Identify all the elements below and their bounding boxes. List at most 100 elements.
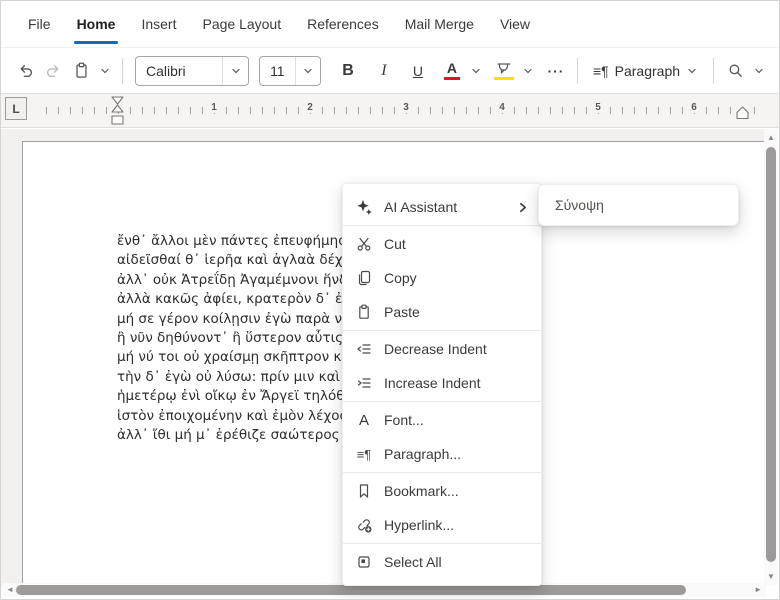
font-color-button[interactable]: A — [438, 56, 466, 86]
more-options-button[interactable]: ··· — [542, 56, 570, 86]
menu-separator — [343, 472, 541, 473]
tab-mail-merge[interactable]: Mail Merge — [392, 1, 487, 47]
tab-view-label: View — [499, 16, 531, 32]
menu-item-label: Copy — [384, 270, 417, 286]
tab-page-layout-label: Page Layout — [202, 16, 282, 32]
tab-file-label: File — [28, 16, 51, 32]
submenu-item-label: Σύνοψη — [555, 197, 604, 213]
scroll-down-arrow-icon[interactable]: ▼ — [767, 573, 775, 581]
chevron-down-icon — [522, 65, 534, 77]
clipboard-icon — [355, 303, 373, 321]
scissors-icon — [355, 235, 373, 253]
menu-item-label: Select All — [384, 554, 442, 570]
tab-home[interactable]: Home — [64, 1, 129, 47]
paste-button[interactable] — [67, 56, 95, 86]
paragraph-dropdown[interactable]: ≡¶ Paragraph — [585, 56, 706, 86]
ruler-number: 6 — [688, 102, 700, 113]
ruler-number: 2 — [304, 102, 316, 113]
menu-item-select-all[interactable]: Select All — [343, 545, 541, 579]
menu-item-ai-assistant[interactable]: AI Assistant — [343, 190, 541, 224]
highlighter-icon — [493, 62, 514, 80]
document-editor-app: File Home Insert Page Layout References … — [0, 0, 780, 600]
font-color-icon: A — [443, 61, 460, 80]
submenu-item-summary[interactable]: Σύνοψη — [539, 190, 738, 220]
tab-mail-merge-label: Mail Merge — [404, 16, 474, 32]
chevron-down-icon — [230, 65, 242, 77]
horizontal-scrollbar-thumb[interactable] — [16, 585, 686, 595]
menu-item-label: Bookmark... — [384, 483, 459, 499]
font-size-combobox[interactable]: 11 — [259, 55, 321, 86]
chevron-down-icon — [99, 65, 111, 77]
tab-selector-button[interactable]: L — [5, 97, 27, 120]
search-button[interactable] — [721, 56, 749, 86]
undo-button[interactable] — [11, 56, 39, 86]
font-size-dropdown-button[interactable] — [294, 56, 320, 85]
redo-icon — [45, 62, 62, 79]
font-size-value: 11 — [270, 62, 285, 79]
tab-insert[interactable]: Insert — [128, 1, 189, 47]
underline-button[interactable]: U — [404, 56, 432, 86]
ruler-number: 4 — [496, 102, 508, 113]
menu-separator — [343, 225, 541, 226]
bold-button[interactable]: B — [334, 56, 362, 86]
more-options-icon: ··· — [547, 62, 565, 79]
chevron-down-icon — [470, 65, 482, 77]
tab-page-layout[interactable]: Page Layout — [189, 1, 294, 47]
italic-icon: I — [381, 61, 387, 79]
font-name-dropdown-button[interactable] — [222, 56, 248, 85]
menu-item-paragraph[interactable]: ≡¶ Paragraph... — [343, 437, 541, 471]
highlight-dropdown-button[interactable] — [518, 56, 538, 86]
decrease-indent-icon — [355, 340, 373, 358]
left-indent-marker[interactable] — [109, 96, 126, 127]
tab-file[interactable]: File — [15, 1, 64, 47]
scroll-up-arrow-icon[interactable]: ▲ — [767, 134, 775, 142]
chevron-down-icon — [686, 65, 698, 77]
ai-assistant-submenu: Σύνοψη — [538, 184, 739, 226]
tab-home-label: Home — [76, 16, 116, 32]
menu-item-label: Font... — [384, 412, 424, 428]
bold-icon: B — [342, 61, 354, 79]
scroll-right-arrow-icon[interactable]: ► — [754, 586, 762, 594]
right-indent-marker[interactable] — [734, 106, 751, 120]
menu-item-decrease-indent[interactable]: Decrease Indent — [343, 332, 541, 366]
toolbar-divider — [122, 57, 123, 84]
underline-icon: U — [412, 62, 424, 79]
menu-item-paste[interactable]: Paste — [343, 295, 541, 329]
italic-button[interactable]: I — [370, 56, 398, 86]
ai-sparkle-icon — [355, 198, 373, 216]
vertical-scrollbar-thumb[interactable] — [766, 147, 776, 562]
tab-view[interactable]: View — [487, 1, 543, 47]
menu-item-label: Increase Indent — [384, 375, 481, 391]
menu-item-hyperlink[interactable]: Hyperlink... — [343, 508, 541, 542]
vertical-scrollbar[interactable]: ▲ ▼ — [764, 129, 778, 586]
menu-item-label: AI Assistant — [384, 199, 458, 215]
tab-references-label: References — [307, 16, 379, 32]
menu-item-cut[interactable]: Cut — [343, 227, 541, 261]
paste-dropdown-button[interactable] — [95, 56, 115, 86]
paragraph-mark-icon: ≡¶ — [592, 62, 609, 79]
menu-item-font[interactable]: A Font... — [343, 403, 541, 437]
scroll-left-arrow-icon[interactable]: ◄ — [6, 586, 14, 594]
search-dropdown-button[interactable] — [749, 56, 769, 86]
highlight-color-button[interactable] — [490, 56, 518, 86]
menu-separator — [343, 543, 541, 544]
paragraph-dropdown-label: Paragraph — [614, 62, 681, 79]
tab-references[interactable]: References — [294, 1, 392, 47]
menu-separator — [343, 401, 541, 402]
menu-item-label: Cut — [384, 236, 406, 252]
select-all-icon — [355, 553, 373, 571]
font-color-dropdown-button[interactable] — [466, 56, 486, 86]
toolbar-divider — [713, 57, 714, 84]
menu-item-copy[interactable]: Copy — [343, 261, 541, 295]
font-name-combobox[interactable]: Calibri — [134, 55, 250, 86]
chevron-down-icon — [753, 65, 765, 77]
redo-button[interactable] — [39, 56, 67, 86]
ruler-number: 3 — [400, 102, 412, 113]
menu-item-increase-indent[interactable]: Increase Indent — [343, 366, 541, 400]
increase-indent-icon — [355, 374, 373, 392]
paragraph-mark-icon: ≡¶ — [356, 446, 372, 462]
undo-icon — [17, 62, 34, 79]
menu-item-bookmark[interactable]: Bookmark... — [343, 474, 541, 508]
menu-item-label: Hyperlink... — [384, 517, 455, 533]
chevron-right-icon — [516, 201, 529, 214]
